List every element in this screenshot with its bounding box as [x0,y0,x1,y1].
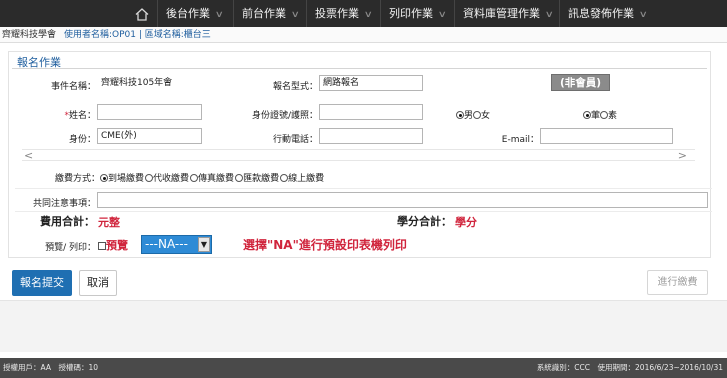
preview-checkbox[interactable] [98,242,106,250]
license-info: 授權用戶：AA 授權碼：10 [3,363,99,372]
diet-meat-label: 葷 [591,111,601,121]
pay-onsite-radio[interactable] [100,174,109,182]
chevron-down-icon: ∨ [214,10,224,20]
credit-total-label: 學分合計： [397,215,452,228]
printer-select-value: ---NA--- [145,237,188,251]
regtype-label: 報名型式： [272,82,318,92]
regtype-field[interactable]: 網路報名 [319,75,423,91]
notes-label: 共同注意事項： [32,199,96,209]
id-label: 身份證號/護照： [251,111,318,121]
fee-total-label: 費用合計： [40,215,95,228]
proceed-payment-button[interactable]: 進行繳費 [647,270,708,295]
nav-item-voting[interactable]: 投票作業 ∨ [306,0,373,27]
name-input[interactable] [97,104,202,120]
preview-checkbox-label: 預覽 [106,239,128,252]
pay-option-label: 到場繳費 [108,174,145,184]
submit-registration-button[interactable]: 報名提交 [12,270,72,296]
nav-item-messages[interactable]: 訊息發佈作業 ∨ [559,0,648,27]
pay-option-label: 線上繳費 [288,174,325,184]
pay-option-label: 匯款繳費 [243,174,280,184]
diet-veg-radio[interactable] [600,111,609,119]
divider [12,68,707,69]
home-icon[interactable] [127,5,157,23]
scroll-right-icon[interactable]: > [678,149,687,162]
mobile-label: 行動電話： [272,135,318,145]
mobile-input[interactable] [319,128,423,144]
payment-method-group: 繳費方式： 到場繳費 代收繳費 傳真繳費 匯款繳費 線上繳費 [55,171,325,184]
scroll-left-icon[interactable]: < [24,149,33,162]
system-period-info: 系統識別：CCC 使用期間：2016/6/23~2016/10/31 [536,363,723,372]
pay-option-label: 傳真繳費 [198,174,235,184]
email-input[interactable] [540,128,673,144]
divider [15,211,712,212]
pay-fax-radio[interactable] [190,174,199,182]
gender-male-label: 男 [464,111,474,121]
payment-label: 繳費方式： [55,174,101,184]
chevron-down-icon: ∨ [544,10,554,20]
nav-item-printing[interactable]: 列印作業 ∨ [380,0,447,27]
chevron-down-icon: ∨ [437,10,447,20]
org-name: 齊耀科技學會 [2,30,57,40]
divider [15,188,712,189]
id-input[interactable] [319,104,423,120]
pay-online-radio[interactable] [280,174,289,182]
identity-field[interactable]: CME(外) [97,128,202,144]
pay-option-label: 代收繳費 [153,174,190,184]
content-background [0,300,727,352]
notes-input[interactable] [97,192,708,208]
footer-bar: 授權用戶：AA 授權碼：10 系統識別：CCC 使用期間：2016/6/23~2… [0,358,727,378]
nav-item-database[interactable]: 資料庫管理作業 ∨ [454,0,554,27]
chevron-down-icon: ∨ [290,10,300,20]
nav-item-frontend[interactable]: 前台作業 ∨ [233,0,300,27]
identity-label: 身份： [68,135,96,145]
chevron-down-icon[interactable]: ▼ [198,237,210,252]
preview-print-label: 預覽/ 列印： [45,243,96,253]
chevron-down-icon: ∨ [363,10,373,20]
user-area-info: 使用者名稱:OP01 | 區域名稱:櫃台三 [64,30,211,40]
chevron-down-icon: ∨ [638,10,648,20]
member-status-badge: (非會員) [551,74,610,91]
diet-radio-group: 葷素 [583,108,617,121]
top-nav-bar: 後台作業 ∨ 前台作業 ∨ 投票作業 ∨ 列印作業 ∨ 資料庫管理作業 ∨ 訊息發佈作業 ∨ [0,0,727,27]
credit-total-value: 學分 [455,216,477,229]
cancel-button[interactable]: 取消 [79,270,117,296]
pay-collect-radio[interactable] [145,174,154,182]
fee-total-value: 元整 [98,216,120,229]
gender-male-radio[interactable] [456,111,464,119]
horizontal-scrollbar[interactable]: < > [22,149,695,162]
diet-meat-radio[interactable] [583,111,591,119]
nav-item-backend[interactable]: 後台作業 ∨ [157,0,224,27]
event-name-value: 齊耀科技105年會 [97,75,202,91]
gender-radio-group: 男女 [456,108,490,121]
session-info-bar: 齊耀科技學會 使用者名稱:OP01 | 區域名稱:櫃台三 [0,27,727,43]
gender-female-radio[interactable] [473,111,482,119]
printer-hint-text: 選擇"NA"進行預設印表機列印 [243,238,407,252]
pay-transfer-radio[interactable] [235,174,244,182]
gender-female-label: 女 [481,111,491,121]
diet-veg-label: 素 [608,111,618,121]
printer-select[interactable]: ---NA--- ▼ [141,235,212,254]
preview-option: 預覽 [98,237,128,253]
name-label: *姓名： [64,111,96,121]
event-label: 事件名稱： [50,82,96,92]
email-label: E-mail： [501,135,539,145]
